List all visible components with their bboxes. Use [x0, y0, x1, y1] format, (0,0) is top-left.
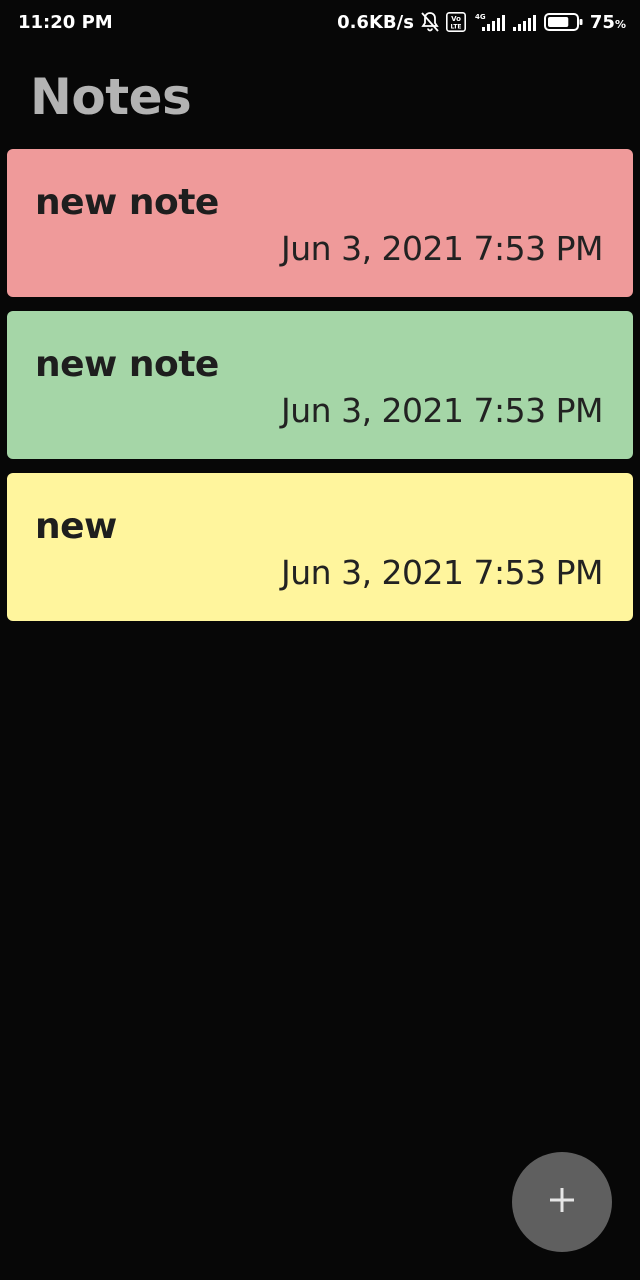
- note-title: new note: [35, 344, 219, 385]
- notes-list: new note Jun 3, 2021 7:53 PM new note Ju…: [7, 149, 633, 621]
- battery-percent-value: 75: [589, 11, 615, 33]
- status-time: 11:20 PM: [18, 11, 113, 33]
- note-title: new note: [35, 182, 219, 223]
- signal-icon: [512, 11, 538, 33]
- note-date: Jun 3, 2021 7:53 PM: [281, 391, 603, 430]
- status-icons: 0.6KB/s Vo LTE 4G 75%: [337, 11, 626, 33]
- battery-fill: [547, 17, 569, 27]
- bell-muted-icon: [420, 11, 440, 33]
- network-speed: 0.6KB/s: [337, 11, 414, 33]
- status-bar: 11:20 PM 0.6KB/s Vo LTE 4G 75%: [0, 0, 640, 44]
- volte-label-top: Vo: [451, 15, 461, 23]
- network-type-label: 4G: [475, 13, 486, 21]
- note-card[interactable]: new Jun 3, 2021 7:53 PM: [7, 473, 633, 621]
- note-card[interactable]: new note Jun 3, 2021 7:53 PM: [7, 311, 633, 459]
- plus-icon: [548, 1186, 576, 1219]
- volte-label-bottom: LTE: [450, 24, 461, 31]
- note-date: Jun 3, 2021 7:53 PM: [281, 553, 603, 592]
- battery-icon: [543, 11, 584, 33]
- add-note-button[interactable]: [512, 1152, 612, 1252]
- battery-percent-sign: %: [614, 17, 626, 31]
- note-date: Jun 3, 2021 7:53 PM: [281, 229, 603, 268]
- note-title: new: [35, 506, 117, 547]
- note-card[interactable]: new note Jun 3, 2021 7:53 PM: [7, 149, 633, 297]
- battery-percent: 75%: [590, 12, 626, 33]
- page-title: Notes: [30, 68, 192, 126]
- volte-icon: Vo LTE: [445, 12, 466, 32]
- signal-4g-icon: 4G: [472, 11, 506, 33]
